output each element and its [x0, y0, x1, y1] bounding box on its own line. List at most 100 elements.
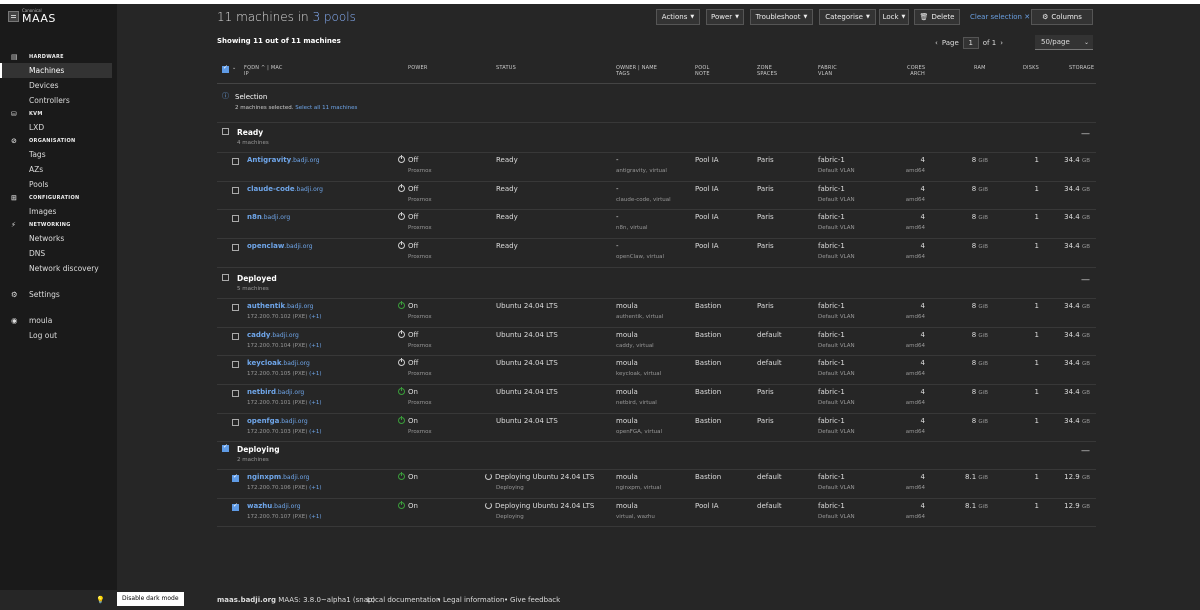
machine-fqdn-link[interactable]: claude-code.badji.org [247, 185, 323, 194]
power-button[interactable]: Power ▼ [706, 9, 744, 25]
delete-button[interactable]: 🗑 Delete [914, 9, 960, 25]
power-state[interactable]: Off [398, 329, 418, 340]
col-storage[interactable]: STORAGE [1069, 65, 1094, 71]
power-state[interactable]: Off [398, 241, 418, 251]
machine-row[interactable]: openclaw.badji.org Off Proxmox Ready - openCl… [217, 239, 1096, 268]
machine-row[interactable]: wazhu.badji.org 172.200.70.107 (PXE) (+1)… [217, 499, 1096, 528]
sidebar-item-controllers[interactable]: Controllers [0, 93, 117, 108]
ip-more-link[interactable]: (+1) [309, 514, 321, 520]
machine-fqdn-link[interactable]: Antigravity.badji.org [247, 156, 320, 165]
machine-fqdn-link[interactable]: nginxpm.badji.org [247, 473, 310, 482]
dark-mode-icon[interactable]: 💡 [96, 596, 105, 604]
col-cores[interactable]: CORES ARCH [907, 65, 925, 77]
machine-row[interactable]: n8n.badji.org Off Proxmox Ready - n8n, virtua… [217, 210, 1096, 240]
ip-more-link[interactable]: (+1) [309, 400, 321, 406]
maas-logo[interactable]: Canonical MAAS [8, 8, 56, 24]
ip-more-link[interactable]: (+1) [309, 343, 321, 349]
machine-checkbox[interactable] [232, 390, 239, 398]
ip-more-link[interactable]: (+1) [309, 485, 321, 491]
sidebar-item-settings[interactable]: ⚙ Settings [0, 287, 117, 302]
sidebar-item-logout[interactable]: Log out [0, 328, 117, 343]
machine-fqdn-link[interactable]: authentik.badji.org [247, 302, 313, 311]
sidebar-item-azs[interactable]: AZs [0, 162, 117, 177]
collapse-icon[interactable]: — [1081, 275, 1090, 285]
feedback-link[interactable]: Give feedback [510, 596, 560, 604]
ip-more-link[interactable]: (+1) [309, 429, 321, 435]
col-disks[interactable]: DISKS [1023, 65, 1039, 71]
power-state[interactable]: On [398, 415, 418, 426]
sidebar-item-devices[interactable]: Devices [0, 78, 117, 93]
sidebar-item-network-discovery[interactable]: Network discovery [0, 261, 117, 276]
machine-row[interactable]: caddy.badji.org 172.200.70.104 (PXE) (+1)… [217, 328, 1096, 357]
next-page-icon[interactable]: › [1000, 39, 1003, 47]
col-fabric[interactable]: FABRIC VLAN [818, 65, 837, 77]
pools-link[interactable]: 3 pools [312, 10, 355, 24]
group-checkbox[interactable] [222, 274, 229, 281]
group-checkbox[interactable] [222, 128, 229, 135]
power-state[interactable]: Off [398, 183, 418, 194]
machine-checkbox[interactable] [232, 304, 239, 311]
power-state[interactable]: Off [398, 155, 418, 165]
categorise-button[interactable]: Categorise ▼ [819, 9, 876, 25]
power-state[interactable]: On [398, 387, 418, 397]
machine-checkbox[interactable] [232, 418, 239, 426]
actions-button[interactable]: Actions ▼ [656, 9, 700, 25]
ip-more-link[interactable]: (+1) [309, 314, 321, 320]
col-fqdn[interactable]: FQDN ^ | MAC IP [244, 65, 283, 77]
machine-row[interactable]: openfga.badji.org 172.200.70.103 (PXE) (+… [217, 414, 1096, 443]
machine-fqdn-link[interactable]: netbird.badji.org [247, 388, 304, 397]
columns-button[interactable]: ⚙ Columns [1031, 9, 1093, 25]
prev-page-icon[interactable]: ‹ [935, 39, 938, 47]
ip-more-link[interactable]: (+1) [309, 371, 321, 377]
col-zone[interactable]: ZONE SPACES [757, 65, 777, 77]
sidebar-item-user[interactable]: ◉ moula [0, 313, 117, 328]
sidebar-item-images[interactable]: Images [0, 204, 117, 219]
local-docs-link[interactable]: Local documentation [367, 596, 440, 604]
sidebar-item-machines[interactable]: Machines [0, 63, 112, 78]
clear-selection-button[interactable]: Clear selection ✕ [970, 13, 1030, 21]
machine-fqdn-link[interactable]: openclaw.badji.org [247, 242, 313, 251]
machine-fqdn-link[interactable]: caddy.badji.org [247, 331, 299, 340]
machine-checkbox[interactable] [232, 215, 239, 223]
page-input[interactable] [962, 37, 979, 49]
troubleshoot-button[interactable]: Troubleshoot ▼ [750, 9, 813, 25]
sidebar-item-tags[interactable]: Tags [0, 147, 117, 162]
power-state[interactable]: On [398, 472, 418, 482]
select-all-link[interactable]: Select all 11 machines [295, 105, 357, 111]
col-ram[interactable]: RAM [974, 65, 986, 71]
power-state[interactable]: Off [398, 358, 418, 368]
collapse-icon[interactable]: — [1081, 446, 1090, 456]
group-checkbox[interactable] [222, 443, 229, 452]
collapse-icon[interactable]: — [1081, 129, 1090, 139]
machine-row[interactable]: netbird.badji.org 172.200.70.101 (PXE) (+… [217, 385, 1096, 414]
sidebar-item-networks[interactable]: Networks [0, 231, 117, 246]
machine-checkbox[interactable] [232, 502, 239, 511]
lock-button[interactable]: Lock ▼ [879, 9, 909, 25]
power-state[interactable]: Off [398, 212, 418, 222]
machine-row[interactable]: claude-code.badji.org Off Proxmox Ready - cla… [217, 182, 1096, 211]
machine-checkbox[interactable] [232, 186, 239, 194]
col-pool[interactable]: POOL NOTE [695, 65, 710, 77]
legal-link[interactable]: Legal information [443, 596, 504, 604]
col-power[interactable]: POWER [408, 65, 428, 71]
machine-fqdn-link[interactable]: keycloak.badji.org [247, 359, 310, 368]
machine-row[interactable]: authentik.badji.org 172.200.70.102 (PXE) … [217, 299, 1096, 328]
power-state[interactable]: On [398, 301, 418, 311]
sidebar-item-dns[interactable]: DNS [0, 246, 117, 261]
select-dropdown-icon[interactable]: ⌄ [232, 65, 236, 71]
machine-fqdn-link[interactable]: openfga.badji.org [247, 417, 308, 426]
machine-fqdn-link[interactable]: wazhu.badji.org [247, 502, 301, 511]
select-all-checkbox[interactable] [222, 64, 229, 73]
machine-row[interactable]: Antigravity.badji.org Off Proxmox Ready - ant… [217, 153, 1096, 182]
machine-row[interactable]: keycloak.badji.org 172.200.70.105 (PXE) (… [217, 356, 1096, 386]
sidebar-item-pools[interactable]: Pools [0, 177, 117, 192]
machine-fqdn-link[interactable]: n8n.badji.org [247, 213, 290, 222]
sidebar-item-lxd[interactable]: LXD [0, 120, 117, 135]
col-status[interactable]: STATUS [496, 65, 516, 71]
machine-row[interactable]: nginxpm.badji.org 172.200.70.106 (PXE) (+… [217, 470, 1096, 499]
machine-checkbox[interactable] [232, 361, 239, 369]
col-owner[interactable]: OWNER | NAME TAGS [616, 65, 657, 77]
per-page-select[interactable]: 50/page ⌄ [1035, 35, 1093, 50]
machine-checkbox[interactable] [232, 244, 239, 252]
power-state[interactable]: On [398, 500, 418, 511]
